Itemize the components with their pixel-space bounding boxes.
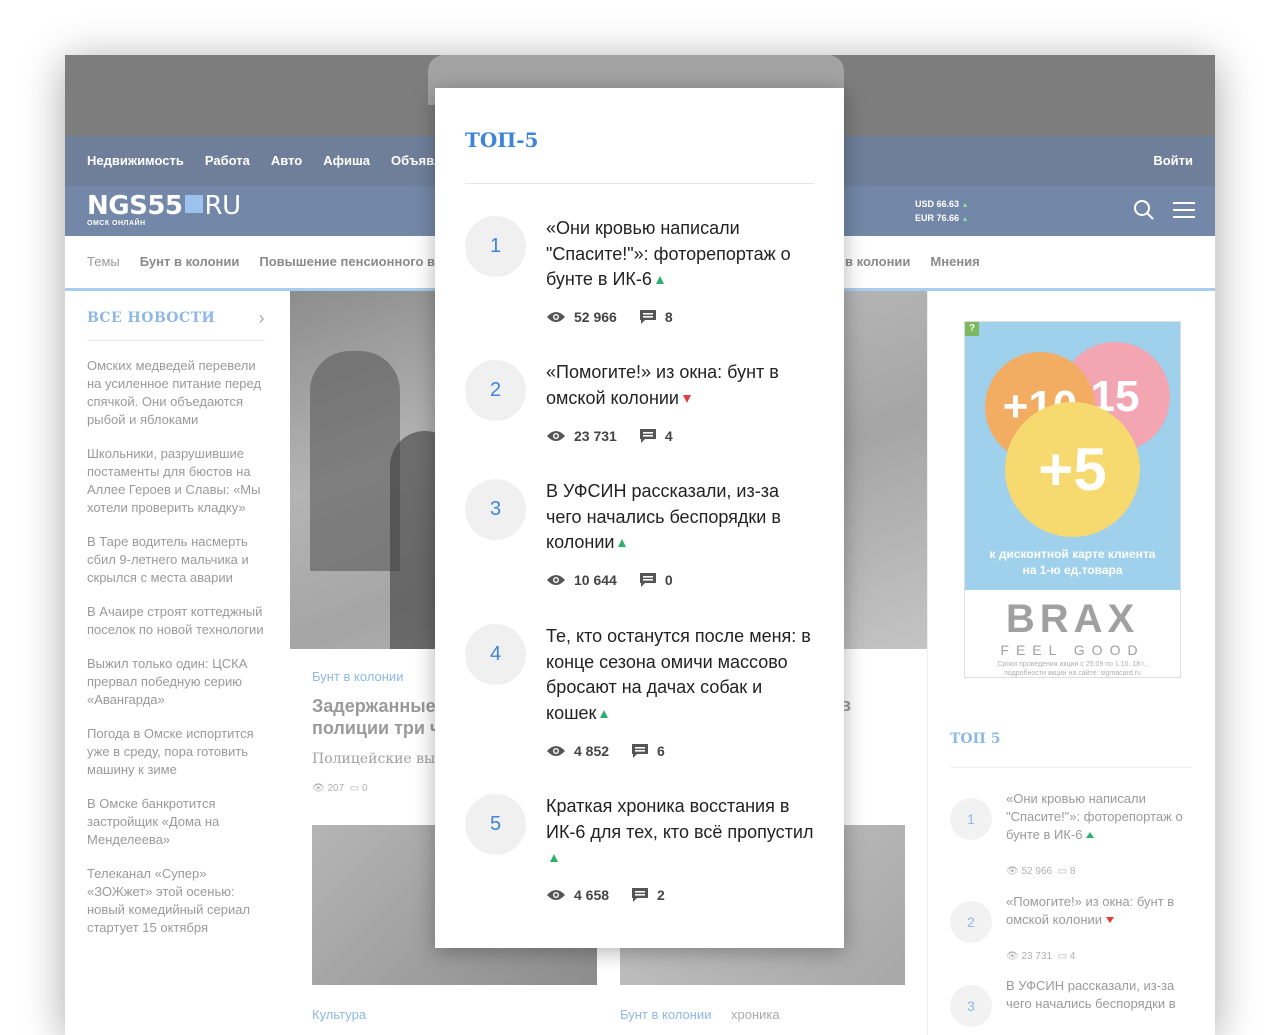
trend-up-icon <box>655 276 664 284</box>
modal-title: ТОП-5 <box>465 128 539 152</box>
rank-number: 4 <box>465 624 526 685</box>
trend-up-icon <box>618 539 627 547</box>
views-count: 4 852 <box>574 743 610 759</box>
comments-count: 4 <box>664 428 673 444</box>
rank-number: 1 <box>465 216 526 277</box>
views-count: 52 966 <box>574 309 617 325</box>
eye-icon <box>546 574 566 586</box>
top5-modal: ТОП-5 1 «Они кровью написали "Спасите!"»… <box>435 88 844 948</box>
comments-count: 0 <box>664 572 673 588</box>
trend-up-icon <box>550 854 558 862</box>
comment-icon <box>639 309 657 325</box>
views-count: 4 658 <box>574 887 610 903</box>
eye-icon <box>546 430 566 442</box>
comment-icon <box>639 572 657 588</box>
top5-item-title[interactable]: Те, кто останутся после меня: в конце се… <box>546 626 811 723</box>
top5-item-title[interactable]: «Помогите!» из окна: бунт в омской колон… <box>546 362 779 408</box>
views-count: 23 731 <box>574 428 617 444</box>
eye-icon <box>546 311 566 323</box>
comment-icon <box>631 887 649 903</box>
comment-icon <box>631 743 649 759</box>
comments-count: 6 <box>657 743 665 759</box>
eye-icon <box>546 889 566 901</box>
trend-down-icon <box>683 394 691 403</box>
top5-item-title[interactable]: «Они кровью написали "Спасите!"»: фоторе… <box>546 218 791 289</box>
trend-up-icon <box>600 709 609 718</box>
rank-number: 5 <box>465 794 526 855</box>
top5-item-title[interactable]: В УФСИН рассказали, из-за чего начались … <box>546 481 781 552</box>
divider <box>465 183 814 184</box>
comment-icon <box>639 428 657 444</box>
views-count: 10 644 <box>574 572 617 588</box>
top5-item-title[interactable]: Краткая хроника восстания в ИК-6 для тех… <box>546 796 813 842</box>
rank-number: 3 <box>465 479 526 540</box>
comments-count: 8 <box>664 309 673 325</box>
rank-number: 2 <box>465 360 526 421</box>
eye-icon <box>546 745 566 757</box>
comments-count: 2 <box>657 887 665 903</box>
